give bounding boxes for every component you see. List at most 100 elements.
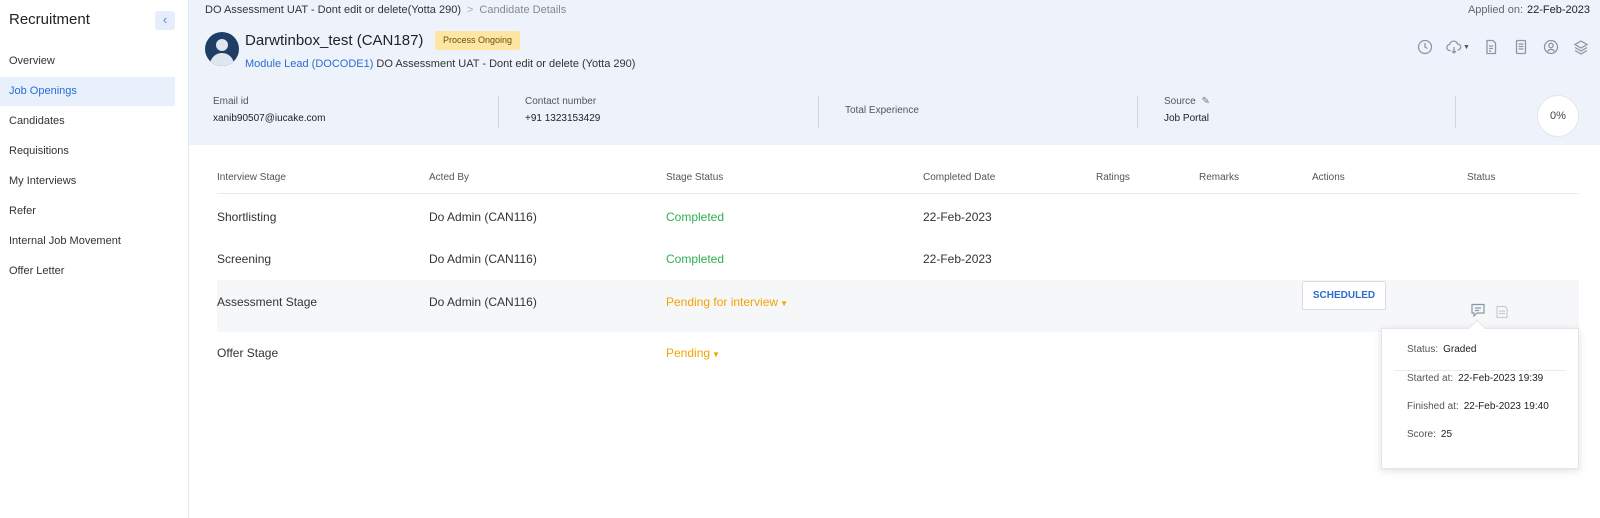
status-label: Status: <box>1407 344 1439 355</box>
divider <box>498 96 499 128</box>
sidebar-item-internal-job-movement[interactable]: Internal Job Movement <box>0 227 175 256</box>
popover-finished: Finished at: 22-Feb-2023 19:40 <box>1407 401 1549 412</box>
stage-status: Pending <box>666 346 711 360</box>
history-icon[interactable] <box>1416 38 1434 56</box>
completion-percentage: 0% <box>1537 95 1579 137</box>
email-value: xanib90507@iucake.com <box>213 113 326 124</box>
role-line: Module Lead (DOCODE1) DO Assessment UAT -… <box>245 58 635 70</box>
source-label-row: Source ✎ <box>1164 96 1210 107</box>
assessment-result-popover: Status: Graded Started at: 22-Feb-2023 19:… <box>1381 319 1579 469</box>
stage-status-dropdown[interactable]: Pending ▼ <box>666 346 720 360</box>
sidebar-item-candidates[interactable]: Candidates <box>0 107 175 136</box>
applied-label: Applied on: <box>1467 4 1523 16</box>
finished-label: Finished at: <box>1407 401 1459 412</box>
divider <box>818 96 819 128</box>
stage-name: Assessment Stage <box>217 295 318 309</box>
acted-by: Do Admin (CAN116) <box>429 252 537 266</box>
source-cell: Source ✎ Job Portal <box>1164 96 1210 132</box>
sidebar-item-requisitions[interactable]: Requisitions <box>0 137 175 166</box>
acted-by: Do Admin (CAN116) <box>429 210 537 224</box>
contact-label: Contact number <box>525 96 597 107</box>
email-cell: Email id xanib90507@iucake.com <box>213 96 325 132</box>
applied-on: Applied on: 22-Feb-2023 <box>1468 4 1590 16</box>
experience-label: Total Experience <box>845 105 919 116</box>
completed-date: 22-Feb-2023 <box>923 210 992 224</box>
role-job: DO Assessment UAT - Dont edit or delete … <box>376 58 636 70</box>
stage-status: Completed <box>666 210 725 224</box>
column-header: Actions <box>1312 172 1345 183</box>
edit-icon[interactable]: ✎ <box>1201 96 1209 107</box>
acted-by: Do Admin (CAN116) <box>429 295 537 309</box>
sidebar-item-offer-letter[interactable]: Offer Letter <box>0 257 175 286</box>
finished-value: 22-Feb-2023 19:40 <box>1463 401 1549 412</box>
layers-icon[interactable] <box>1572 38 1590 56</box>
column-header: Remarks <box>1199 172 1240 183</box>
stage-status: Completed <box>666 252 725 266</box>
column-header: Ratings <box>1096 172 1130 183</box>
user-circle-icon[interactable] <box>1542 38 1560 56</box>
sidebar: Recruitment ‹ Overview Job Openings Cand… <box>0 0 189 518</box>
column-header: Acted By <box>429 172 470 183</box>
divider <box>1137 96 1138 128</box>
table-row: Screening Do Admin (CAN116) Completed 22… <box>217 237 1579 280</box>
contact-cell: Contact number +91 1323153429 <box>525 96 600 132</box>
breadcrumb-separator: > <box>466 4 474 16</box>
score-label: Score: <box>1407 429 1436 440</box>
email-label: Email id <box>213 96 249 107</box>
stage-name: Offer Stage <box>217 346 279 360</box>
popover-status: Status: Graded <box>1407 344 1477 355</box>
scorecard-icon[interactable] <box>1494 304 1510 320</box>
header-actions: ▼ <box>1416 38 1590 56</box>
comment-icon[interactable] <box>1470 302 1486 318</box>
notes-icon[interactable] <box>1512 38 1530 56</box>
candidate-name: Darwtinbox_test (CAN187) <box>245 32 424 49</box>
stage-name: Screening <box>217 252 272 266</box>
sidebar-item-my-interviews[interactable]: My Interviews <box>0 167 175 196</box>
applied-date: 22-Feb-2023 <box>1527 4 1590 16</box>
role-link[interactable]: Module Lead (DOCODE1) <box>245 58 373 70</box>
started-value: 22-Feb-2023 19:39 <box>1458 373 1544 384</box>
candidate-info: Email id xanib90507@iucake.com Contact n… <box>189 96 1600 132</box>
status-value: Graded <box>1443 344 1477 355</box>
collapse-sidebar-button[interactable]: ‹ <box>155 11 175 30</box>
completed-date: 22-Feb-2023 <box>923 252 992 266</box>
sidebar-item-refer[interactable]: Refer <box>0 197 175 226</box>
contact-value: +91 1323153429 <box>525 113 601 124</box>
breadcrumb-current: Candidate Details <box>479 4 567 16</box>
document-icon[interactable] <box>1482 38 1500 56</box>
popover-started: Started at: 22-Feb-2023 19:39 <box>1407 373 1543 384</box>
popover-divider <box>1394 370 1566 371</box>
column-header: Interview Stage <box>217 172 286 183</box>
caret-down-icon: ▼ <box>780 299 788 308</box>
avatar <box>205 32 239 66</box>
caret-down-icon: ▼ <box>712 350 720 359</box>
chevron-down-icon: ▼ <box>1463 43 1470 51</box>
source-label: Source <box>1164 96 1196 107</box>
breadcrumb-parent[interactable]: DO Assessment UAT - Dont edit or delete(… <box>205 4 461 16</box>
table-header: Interview Stage Acted By Stage Status Co… <box>217 163 1579 194</box>
column-header: Completed Date <box>923 172 996 183</box>
column-header: Status <box>1467 172 1496 183</box>
sidebar-item-overview[interactable]: Overview <box>0 47 175 76</box>
table-row: Assessment Stage Do Admin (CAN116) Pendi… <box>217 280 1579 332</box>
stage-status-dropdown[interactable]: Pending for interview ▼ <box>666 295 788 309</box>
interview-stages-table: Interview Stage Acted By Stage Status Co… <box>217 163 1579 375</box>
source-value: Job Portal <box>1164 113 1210 124</box>
stage-status: Pending for interview <box>666 295 779 309</box>
status-badge: Process Ongoing <box>435 31 521 50</box>
scheduled-button[interactable]: SCHEDULED <box>1302 281 1386 310</box>
sidebar-title: Recruitment <box>9 11 90 28</box>
candidate-header: DO Assessment UAT - Dont edit or delete(… <box>189 0 1600 145</box>
table-row: Offer Stage Pending ▼ <box>217 332 1579 375</box>
divider <box>1455 96 1456 128</box>
started-label: Started at: <box>1407 373 1454 384</box>
popover-score: Score: 25 <box>1407 429 1452 440</box>
sidebar-item-job-openings[interactable]: Job Openings <box>0 77 175 106</box>
column-header: Stage Status <box>666 172 724 183</box>
score-value: 25 <box>1440 429 1453 440</box>
stage-name: Shortlisting <box>217 210 277 224</box>
table-row: Shortlisting Do Admin (CAN116) Completed… <box>217 194 1579 237</box>
experience-cell: Total Experience <box>845 105 919 141</box>
cloud-download-icon[interactable]: ▼ <box>1446 38 1470 56</box>
breadcrumb: DO Assessment UAT - Dont edit or delete(… <box>205 4 566 16</box>
